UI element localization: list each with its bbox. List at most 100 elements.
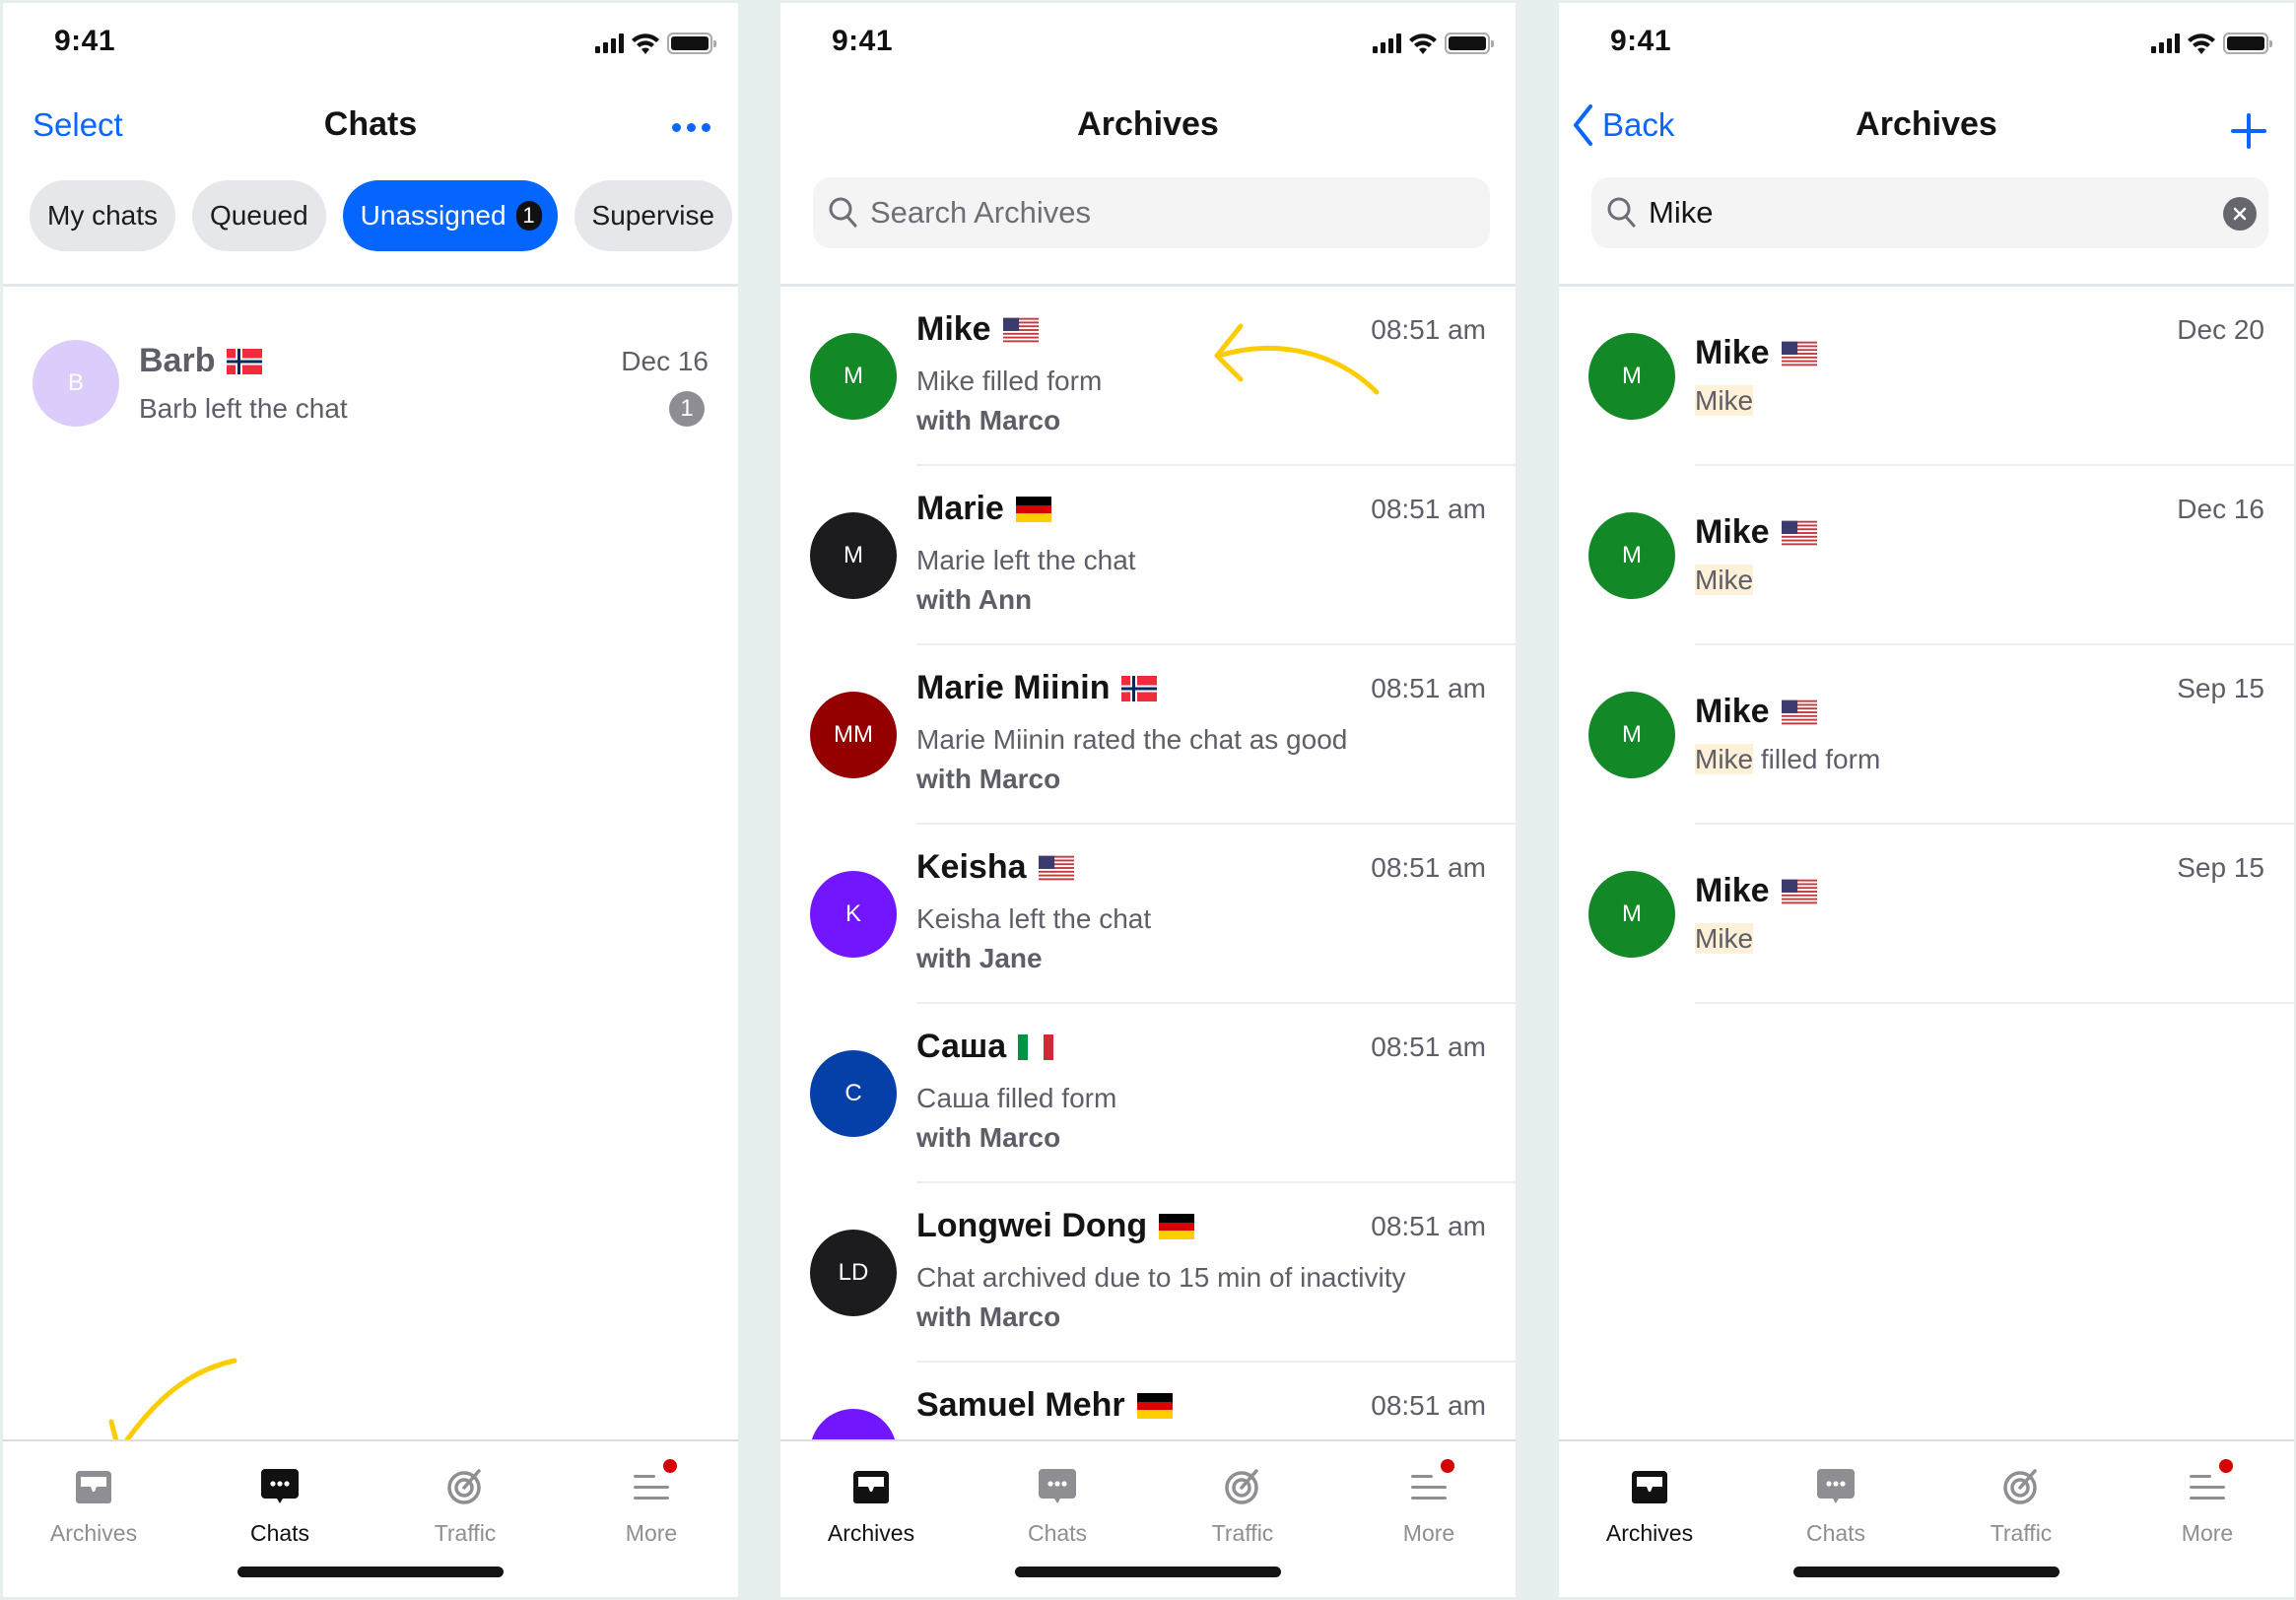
tab-more[interactable]: More (1360, 1459, 1498, 1547)
nav-bar: Archives (780, 98, 1516, 157)
cellular-signal-icon (2151, 33, 2180, 53)
contact-name: Mike (1695, 693, 1770, 730)
tab-label: More (2181, 1520, 2234, 1546)
archive-time: 08:51 am (1371, 673, 1486, 703)
battery-icon (667, 33, 716, 54)
matched-message: Mike (1695, 923, 1754, 955)
archives-search-screen: 9:41 Back Archives Mike M Mike Mike Dec 20 M… (1559, 3, 2294, 1597)
tab-traffic[interactable]: Traffic (1174, 1461, 1312, 1547)
cellular-signal-icon (1373, 33, 1401, 53)
more-dots-icon (672, 123, 710, 132)
avatar: SM (810, 1409, 897, 1439)
search-icon (829, 197, 857, 228)
search-result-row[interactable]: M Mike Mike Dec 20 (1559, 287, 2294, 466)
archive-time: 08:51 am (1371, 1211, 1486, 1241)
tab-label: Archives (1605, 1520, 1694, 1546)
tab-chats[interactable]: Chats (1767, 1461, 1905, 1547)
filter-my-chats[interactable]: My chats (30, 180, 176, 251)
agent-label: with Marco (916, 764, 1061, 794)
archive-row[interactable]: K Keisha Keisha left the chat with Jane 08:5… (780, 825, 1516, 1004)
chat-bubble-icon (260, 1467, 300, 1506)
result-date: Sep 15 (2177, 852, 2264, 883)
tab-traffic[interactable]: Traffic (1952, 1461, 2090, 1547)
avatar: M (810, 512, 897, 599)
avatar: M (810, 333, 897, 420)
filter-supervise[interactable]: Supervise (574, 180, 733, 251)
status-time: 9:41 (54, 25, 116, 57)
norway-flag-icon (227, 349, 262, 374)
search-input[interactable]: Search Archives (813, 177, 1490, 248)
filter-unassigned[interactable]: Unassigned 1 (342, 180, 558, 251)
status-time: 9:41 (1610, 25, 1672, 57)
add-button[interactable] (2231, 107, 2266, 154)
tab-label: Archives (827, 1520, 915, 1546)
last-message: Chat archived due to 15 min of inactivit… (916, 1262, 1406, 1293)
result-date: Dec 16 (2177, 494, 2264, 524)
page-title: Archives (1856, 105, 1997, 143)
cellular-signal-icon (595, 33, 624, 53)
contact-name: Marie (916, 490, 1004, 527)
tab-chats[interactable]: Chats (988, 1461, 1126, 1547)
search-result-row[interactable]: M Mike Mike Dec 16 (1559, 466, 2294, 645)
chat-bubble-icon (1038, 1467, 1077, 1506)
status-time: 9:41 (832, 25, 894, 57)
filter-label: Queued (210, 200, 308, 231)
matched-message: Mike (1695, 565, 1754, 596)
archive-row[interactable]: M Marie Marie left the chat with Ann 08:51 a… (780, 466, 1516, 645)
page-title: Archives (1077, 105, 1219, 143)
chats-screen: 9:41 Select Chats My chats Queued Unassi… (3, 3, 738, 1597)
status-bar: 9:41 (1559, 3, 2294, 86)
tab-label: Traffic (1211, 1520, 1274, 1546)
wifi-icon (1409, 33, 1437, 54)
contact-name: Mike (1695, 872, 1770, 909)
tab-more[interactable]: More (582, 1459, 720, 1547)
search-highlight: Mike (1695, 744, 1754, 774)
archives-screen: 9:41 Archives Search Archives M Mike Mike … (780, 3, 1516, 1597)
battery-icon (2223, 33, 2272, 54)
archive-row[interactable]: M Mike Mike filled form with Marco 08:51 am (780, 287, 1516, 466)
avatar: B (33, 340, 119, 427)
filter-label: Supervise (591, 200, 715, 231)
tab-archives[interactable]: Archives (1581, 1461, 1719, 1547)
result-date: Dec 20 (2177, 314, 2264, 345)
tab-chats[interactable]: Chats (211, 1461, 349, 1547)
home-indicator (237, 1567, 504, 1577)
agent-label: with Jane (916, 943, 1043, 973)
search-result-row[interactable]: M Mike Mike Sep 15 (1559, 825, 2294, 1004)
last-message: Саша filled form (916, 1083, 1117, 1113)
tab-label: Traffic (1990, 1520, 2053, 1546)
search-icon (1607, 197, 1636, 228)
notification-dot (1441, 1459, 1454, 1473)
contact-name: Саша (916, 1028, 1007, 1065)
archive-row[interactable]: LD Longwei Dong Chat archived due to 15 mi… (780, 1183, 1516, 1363)
tab-label: More (1402, 1520, 1455, 1546)
search-result-row[interactable]: M Mike Mike filled form Sep 15 (1559, 645, 2294, 825)
battery-icon (1445, 33, 1494, 54)
archive-time: 08:51 am (1371, 314, 1486, 345)
archive-row[interactable]: C Саша Саша filled form with Marco 08:51 am (780, 1004, 1516, 1183)
tab-archives[interactable]: Archives (802, 1461, 940, 1547)
chat-row[interactable]: B Barb Barb left the chat Dec 16 1 (3, 287, 738, 484)
archive-time: 08:51 am (1371, 494, 1486, 524)
filter-queued[interactable]: Queued (192, 180, 326, 251)
usa-flag-icon (1039, 855, 1074, 881)
search-highlight: Mike (1695, 385, 1754, 416)
home-indicator (1015, 1567, 1281, 1577)
chat-last-message: Barb left the chat (139, 393, 348, 424)
tab-more[interactable]: More (2138, 1459, 2276, 1547)
tab-archives[interactable]: Archives (25, 1461, 163, 1547)
search-input[interactable]: Mike (1591, 177, 2268, 248)
tab-traffic[interactable]: Traffic (396, 1461, 534, 1547)
more-options-button[interactable] (672, 107, 710, 132)
row-divider (1695, 1002, 2294, 1004)
archive-row[interactable]: MM Marie Miinin Marie Miinin rated the cha… (780, 645, 1516, 825)
italy-flag-icon (1018, 1034, 1053, 1060)
clear-search-button[interactable] (2223, 197, 2257, 231)
germany-flag-icon (1159, 1214, 1194, 1239)
archive-row[interactable]: SM Samuel Mehr 08:51 am (780, 1363, 1516, 1439)
usa-flag-icon (1003, 317, 1039, 343)
chat-date: Dec 16 (621, 346, 709, 376)
filter-label: My chats (47, 200, 159, 231)
archive-tray-icon (74, 1469, 113, 1504)
last-message: Marie left the chat (916, 545, 1136, 575)
